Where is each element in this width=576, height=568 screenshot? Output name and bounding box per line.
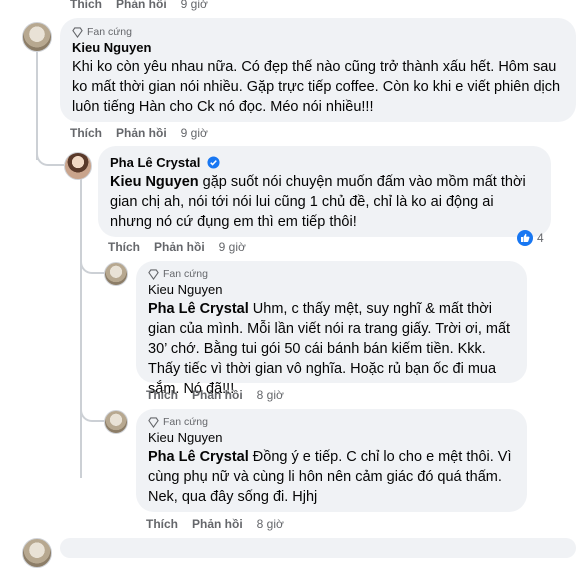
comment-actions-3: Thích Phản hồi 8 giờ [146, 388, 284, 402]
reply-button[interactable]: Phản hồi [116, 0, 167, 11]
comment-author[interactable]: Pha Lê Crystal [110, 155, 200, 170]
mention-link[interactable]: Kieu Nguyen [110, 174, 199, 190]
like-button[interactable]: Thích [70, 0, 102, 11]
comment-bubble-2: Pha Lê Crystal Kieu Nguyen gặp suốt nói … [98, 146, 551, 237]
timestamp[interactable]: 9 giờ [181, 0, 208, 11]
like-button[interactable]: Thích [108, 240, 140, 254]
fan-badge-label: Fan cứng [87, 26, 132, 38]
thread-line-curve-3 [80, 406, 106, 422]
timestamp[interactable]: 8 giờ [257, 388, 284, 402]
comment-author[interactable]: Kieu Nguyen [148, 281, 515, 299]
mention-link[interactable]: Pha Lê Crystal [148, 449, 249, 465]
comment-text-block: Kieu Nguyen gặp suốt nói chuyện muốn đấm… [110, 172, 539, 232]
mention-link[interactable]: Pha Lê Crystal [148, 301, 249, 317]
comment-bubble-partial [60, 538, 576, 558]
comment-author-row: Pha Lê Crystal [110, 154, 539, 172]
reply-button[interactable]: Phản hồi [154, 240, 205, 254]
verified-icon [207, 156, 220, 169]
diamond-icon [148, 268, 159, 280]
fan-badge[interactable]: Fan cứng [72, 25, 564, 39]
thread-line-main [36, 50, 38, 160]
thread-line-curve-1 [36, 150, 64, 166]
avatar[interactable] [22, 22, 52, 52]
diamond-icon [72, 26, 83, 38]
timestamp[interactable]: 9 giờ [219, 240, 246, 254]
diamond-icon [148, 416, 159, 428]
comment-author[interactable]: Kieu Nguyen [148, 429, 515, 447]
comment-bubble-1: Fan cứng Kieu Nguyen Khi ko còn yêu nhau… [60, 18, 576, 122]
comment-text-block: Pha Lê Crystal Uhm, c thấy mệt, suy nghĩ… [148, 299, 515, 399]
avatar[interactable] [64, 152, 92, 180]
reaction-count: 4 [537, 231, 544, 245]
thread-line-nested [80, 178, 82, 478]
comment-actions-1: Thích Phản hồi 9 giờ [70, 126, 208, 140]
reply-button[interactable]: Phản hồi [192, 517, 243, 531]
like-button[interactable]: Thích [146, 517, 178, 531]
reply-button[interactable]: Phản hồi [116, 126, 167, 140]
reply-button[interactable]: Phản hồi [192, 388, 243, 402]
timestamp[interactable]: 8 giờ [257, 517, 284, 531]
timestamp[interactable]: 9 giờ [181, 126, 208, 140]
avatar[interactable] [22, 538, 52, 568]
fan-badge-label: Fan cứng [163, 268, 208, 280]
like-reaction-icon [517, 230, 533, 246]
fan-badge[interactable]: Fan cứng [148, 415, 515, 429]
fan-badge-label: Fan cứng [163, 416, 208, 428]
comment-author[interactable]: Kieu Nguyen [72, 39, 564, 57]
avatar[interactable] [104, 410, 128, 434]
comment-text: Khi ko còn yêu nhau nữa. Có đẹp thế nào … [72, 59, 561, 115]
avatar[interactable] [104, 262, 128, 286]
thread-line-curve-2 [80, 258, 106, 274]
comment-bubble-4: Fan cứng Kieu Nguyen Pha Lê Crystal Đồng… [136, 409, 527, 512]
comment-text-block: Pha Lê Crystal Đồng ý e tiếp. C chỉ lo c… [148, 447, 515, 507]
top-action-row: Thích Phản hồi 9 giờ [70, 0, 208, 11]
like-button[interactable]: Thích [146, 388, 178, 402]
comment-actions-4: Thích Phản hồi 8 giờ [146, 517, 284, 531]
comment-bubble-3: Fan cứng Kieu Nguyen Pha Lê Crystal Uhm,… [136, 261, 527, 397]
comment-actions-2: Thích Phản hồi 9 giờ [108, 240, 246, 254]
reaction-summary[interactable]: 4 [517, 230, 544, 246]
fan-badge[interactable]: Fan cứng [148, 267, 515, 281]
like-button[interactable]: Thích [70, 126, 102, 140]
